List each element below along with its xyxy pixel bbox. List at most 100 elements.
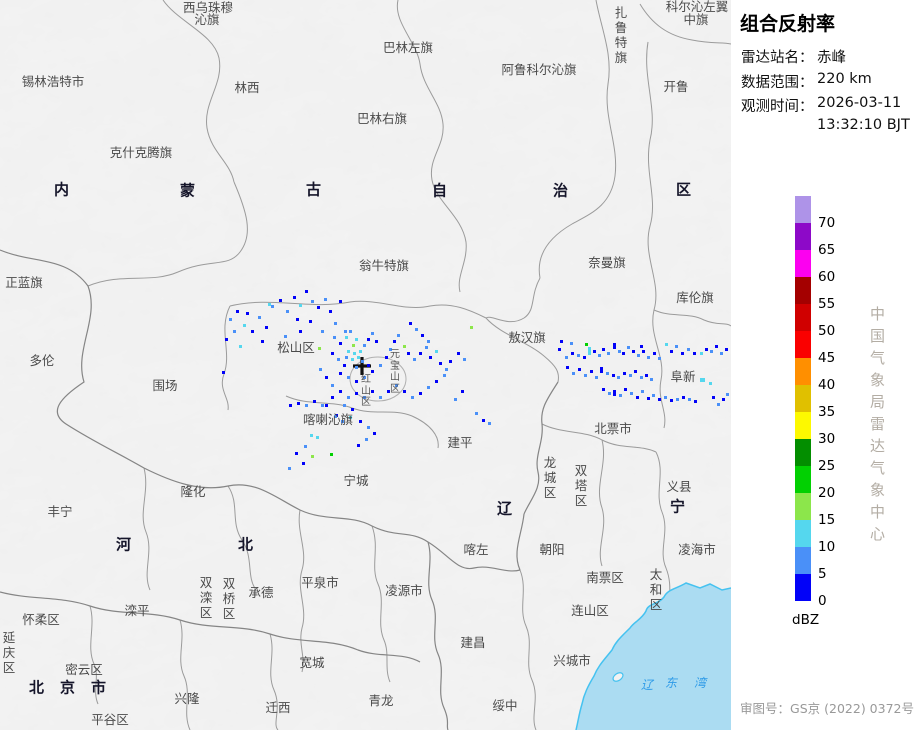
legend-swatch — [795, 412, 811, 439]
province-label: 自 — [431, 181, 449, 200]
legend-value: 60 — [818, 269, 836, 285]
place-label: 北票市 — [594, 420, 632, 436]
place-label-vertical: 双 塔 区 — [574, 463, 588, 508]
province-label: 京 — [59, 678, 77, 697]
place-label: 连山区 — [571, 602, 609, 618]
legend-swatch — [795, 277, 811, 304]
legend-value: 10 — [818, 539, 836, 555]
place-label: 巴林右旗 — [356, 110, 408, 126]
place-label: 喀左 — [463, 541, 489, 557]
map-label-layer: 西乌珠穆 沁旗 科尔沁左翼 中旗 锡林浩特市 林西 巴林左旗 巴林右旗 阿鲁科尔沁旗 开鲁 克什克腾… — [0, 0, 731, 730]
legend-swatch — [795, 331, 811, 358]
place-label: 库伦旗 — [676, 289, 714, 305]
place-label: 沁旗 — [194, 11, 220, 27]
province-label: 宁 — [669, 497, 687, 516]
place-label: 朝阳 — [539, 541, 565, 557]
province-label: 市 — [90, 678, 108, 697]
legend-swatch — [795, 196, 811, 223]
legend-value: 20 — [818, 485, 836, 501]
legend-value: 35 — [818, 404, 836, 420]
station-value: 赤峰 — [817, 50, 846, 66]
place-label: 正蓝旗 — [5, 274, 43, 290]
place-label: 青龙 — [368, 692, 394, 708]
province-label: 辽 — [496, 499, 514, 518]
sea-label: 湾 — [693, 676, 707, 690]
place-label: 迁西 — [265, 699, 291, 715]
place-label: 锡林浩特市 — [21, 73, 85, 89]
legend-value: 50 — [818, 323, 836, 339]
legend-swatch — [795, 304, 811, 331]
station-label: 雷达站名： — [741, 50, 814, 66]
place-label-vertical: 双 桥 区 — [222, 576, 236, 621]
legend-value: 5 — [818, 566, 827, 582]
province-label: 蒙 — [179, 181, 197, 200]
place-label: 巴林左旗 — [382, 39, 434, 55]
legend-swatch — [795, 493, 811, 520]
product-title: 组合反射率 — [740, 13, 836, 35]
legend-value: 40 — [818, 377, 836, 393]
place-label: 密云区 — [65, 661, 103, 677]
place-label-vertical: 龙 城 区 — [543, 455, 557, 500]
sea-label: 辽 — [640, 678, 654, 692]
legend-unit: dBZ — [792, 612, 820, 628]
place-label: 凌海市 — [678, 541, 716, 557]
legend-swatch — [795, 520, 811, 547]
place-label-vertical: 元 宝 山 区 — [390, 349, 400, 395]
place-label-vertical: 扎 鲁 特 旗 — [614, 5, 628, 65]
place-label: 松山区 — [277, 339, 315, 355]
province-label: 内 — [53, 180, 71, 199]
place-label: 隆化 — [180, 483, 206, 499]
legend-swatch — [795, 466, 811, 493]
obs-time-clock: 13:32:10 BJT — [817, 117, 910, 133]
place-label: 宁城 — [343, 472, 369, 488]
watermark-vertical: 中国气象局雷达气象中心 — [868, 306, 886, 548]
place-label-vertical: 红 山 区 — [361, 374, 371, 408]
province-label: 北 — [28, 678, 46, 697]
place-label: 围场 — [152, 377, 178, 393]
sea-label: 东 — [664, 676, 678, 690]
place-label: 奈曼旗 — [588, 254, 626, 270]
legend-swatch — [795, 547, 811, 574]
legend-value: 30 — [818, 431, 836, 447]
place-label: 承德 — [248, 584, 274, 600]
legend-value: 45 — [818, 350, 836, 366]
place-label: 多伦 — [29, 352, 55, 368]
place-label: 建昌 — [460, 634, 486, 650]
place-label: 义县 — [666, 478, 692, 494]
province-label: 治 — [552, 181, 570, 200]
range-value: 220 km — [817, 71, 872, 87]
place-label: 林西 — [234, 79, 260, 95]
place-label-vertical: 太 和 区 — [649, 567, 663, 612]
legend-value: 65 — [818, 242, 836, 258]
legend-swatch — [795, 250, 811, 277]
radar-map: 西乌珠穆 沁旗 科尔沁左翼 中旗 锡林浩特市 林西 巴林左旗 巴林右旗 阿鲁科尔沁旗 开鲁 克什克腾… — [0, 0, 731, 730]
legend-swatch — [795, 574, 811, 601]
obs-time-label: 观测时间： — [741, 99, 814, 115]
place-label: 凌源市 — [385, 582, 423, 598]
place-label: 阜新 — [670, 368, 696, 384]
obs-time-date: 2026-03-11 — [817, 95, 902, 111]
place-label: 建平 — [447, 434, 473, 450]
place-label: 兴隆 — [174, 690, 200, 706]
place-label: 滦平 — [124, 602, 150, 618]
place-label: 丰宁 — [47, 503, 73, 519]
legend-value: 55 — [818, 296, 836, 312]
place-label: 平谷区 — [91, 711, 129, 727]
legend-swatch — [795, 358, 811, 385]
place-label: 开鲁 — [663, 78, 689, 94]
place-label: 翁牛特旗 — [358, 257, 410, 273]
province-label: 北 — [237, 535, 255, 554]
place-label: 南票区 — [586, 569, 624, 585]
legend-value: 70 — [818, 215, 836, 231]
legend-swatch — [795, 439, 811, 466]
legend-value: 25 — [818, 458, 836, 474]
province-label: 古 — [305, 180, 323, 199]
place-label: 绥中 — [492, 697, 518, 713]
province-label: 河 — [115, 535, 133, 554]
legend-value: 15 — [818, 512, 836, 528]
legend-value: 0 — [818, 593, 827, 609]
map-approval-number: 审图号：GS京 (2022) 0372号 — [740, 701, 914, 716]
place-label: 喀喇沁旗 — [302, 411, 354, 427]
legend-swatch — [795, 385, 811, 412]
place-label: 中旗 — [683, 11, 709, 27]
